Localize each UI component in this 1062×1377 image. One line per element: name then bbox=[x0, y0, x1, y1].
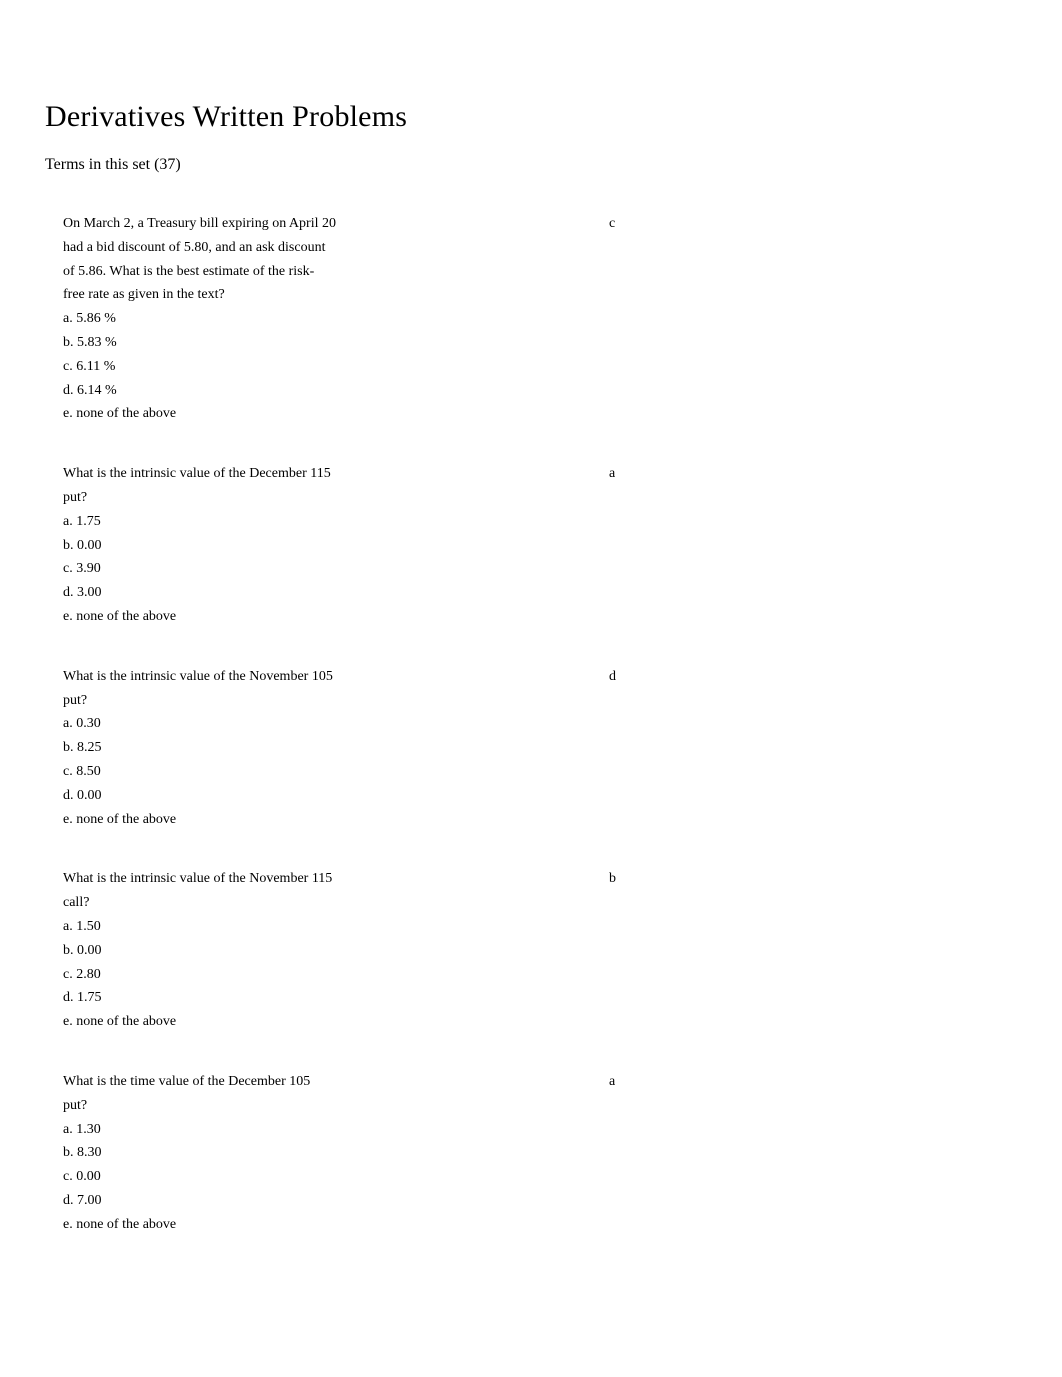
term-line: d. 6.14 % bbox=[63, 379, 589, 403]
card-term: What is the intrinsic value of the Novem… bbox=[63, 867, 609, 1034]
term-line: d. 3.00 bbox=[63, 581, 589, 605]
page-title: Derivatives Written Problems bbox=[45, 100, 1017, 134]
card-term: What is the time value of the December 1… bbox=[63, 1070, 609, 1237]
term-line: c. 3.90 bbox=[63, 557, 589, 581]
card-item: What is the time value of the December 1… bbox=[63, 1070, 1017, 1237]
term-line: e. none of the above bbox=[63, 1010, 589, 1034]
term-line: What is the intrinsic value of the Novem… bbox=[63, 867, 589, 891]
term-line: a. 1.50 bbox=[63, 915, 589, 939]
term-line: a. 1.30 bbox=[63, 1118, 589, 1142]
term-line: c. 8.50 bbox=[63, 760, 589, 784]
term-line: e. none of the above bbox=[63, 1213, 589, 1237]
term-line: e. none of the above bbox=[63, 402, 589, 426]
term-line: b. 8.25 bbox=[63, 736, 589, 760]
card-term: What is the intrinsic value of the Decem… bbox=[63, 462, 609, 629]
card-item: What is the intrinsic value of the Decem… bbox=[63, 462, 1017, 629]
term-line: What is the time value of the December 1… bbox=[63, 1070, 589, 1094]
term-line: a. 5.86 % bbox=[63, 307, 589, 331]
card-answer: b bbox=[609, 867, 616, 1034]
card-answer: a bbox=[609, 1070, 615, 1237]
term-line: What is the intrinsic value of the Novem… bbox=[63, 665, 589, 689]
term-line: a. 0.30 bbox=[63, 712, 589, 736]
card-list: On March 2, a Treasury bill expiring on … bbox=[45, 212, 1017, 1236]
term-line: b. 5.83 % bbox=[63, 331, 589, 355]
term-line: a. 1.75 bbox=[63, 510, 589, 534]
term-line: free rate as given in the text? bbox=[63, 283, 589, 307]
term-line: put? bbox=[63, 1094, 589, 1118]
term-line: had a bid discount of 5.80, and an ask d… bbox=[63, 236, 589, 260]
set-count-subtitle: Terms in this set (37) bbox=[45, 156, 1017, 174]
term-line: c. 2.80 bbox=[63, 963, 589, 987]
term-line: d. 0.00 bbox=[63, 784, 589, 808]
term-line: d. 7.00 bbox=[63, 1189, 589, 1213]
term-line: put? bbox=[63, 486, 589, 510]
card-term: On March 2, a Treasury bill expiring on … bbox=[63, 212, 609, 426]
term-line: c. 0.00 bbox=[63, 1165, 589, 1189]
term-line: call? bbox=[63, 891, 589, 915]
term-line: put? bbox=[63, 689, 589, 713]
term-line: c. 6.11 % bbox=[63, 355, 589, 379]
card-item: What is the intrinsic value of the Novem… bbox=[63, 665, 1017, 832]
card-item: What is the intrinsic value of the Novem… bbox=[63, 867, 1017, 1034]
term-line: b. 0.00 bbox=[63, 534, 589, 558]
term-line: b. 0.00 bbox=[63, 939, 589, 963]
term-line: d. 1.75 bbox=[63, 986, 589, 1010]
card-term: What is the intrinsic value of the Novem… bbox=[63, 665, 609, 832]
card-item: On March 2, a Treasury bill expiring on … bbox=[63, 212, 1017, 426]
card-answer: a bbox=[609, 462, 615, 629]
card-answer: d bbox=[609, 665, 616, 832]
term-line: b. 8.30 bbox=[63, 1141, 589, 1165]
card-answer: c bbox=[609, 212, 615, 426]
term-line: of 5.86. What is the best estimate of th… bbox=[63, 260, 589, 284]
term-line: e. none of the above bbox=[63, 808, 589, 832]
term-line: What is the intrinsic value of the Decem… bbox=[63, 462, 589, 486]
term-line: e. none of the above bbox=[63, 605, 589, 629]
term-line: On March 2, a Treasury bill expiring on … bbox=[63, 212, 589, 236]
